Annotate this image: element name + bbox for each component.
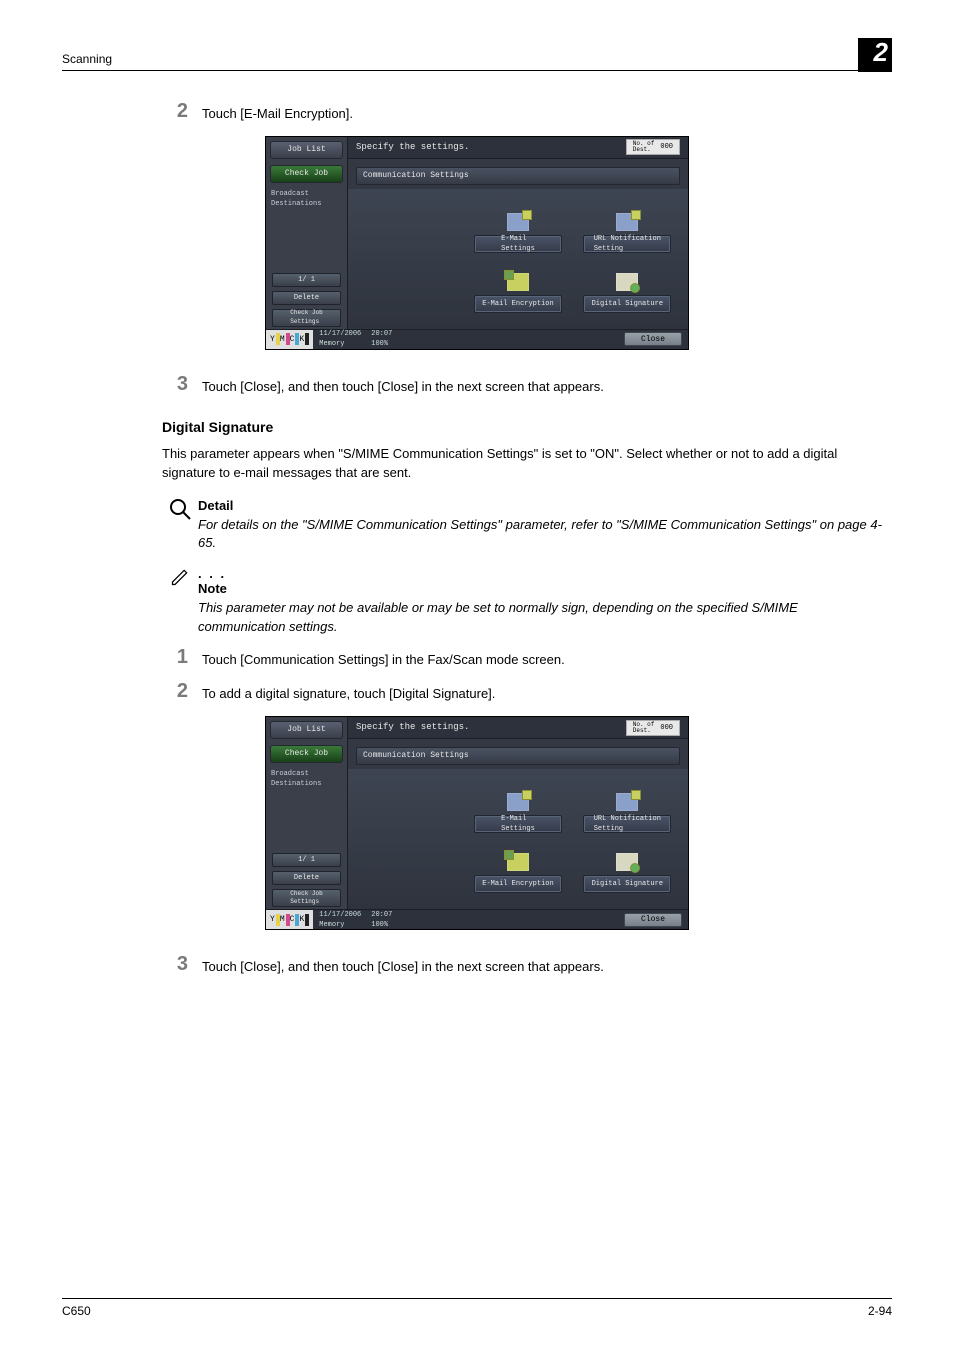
email-settings-button[interactable]: E-Mail Settings [474, 235, 562, 253]
pager: 1/ 1 [272, 273, 341, 287]
step-3a: 3 Touch [Close], and then touch [Close] … [162, 374, 882, 397]
step-text: Touch [Close], and then touch [Close] in… [202, 954, 604, 977]
detail-heading: Detail [198, 497, 882, 516]
step-text: Touch [Communication Settings] in the Fa… [202, 647, 565, 670]
step-number: 1 [162, 647, 202, 667]
step-number: 2 [162, 681, 202, 701]
step-number: 2 [162, 101, 202, 121]
email-encryption-icon [507, 273, 529, 291]
delete-button[interactable]: Delete [272, 871, 341, 885]
email-encryption-icon [507, 853, 529, 871]
url-notification-button[interactable]: URL Notification Setting [583, 815, 671, 833]
digital-signature-button[interactable]: Digital Signature [583, 875, 671, 893]
page-number-badge: 2 [858, 40, 892, 68]
panel-header: Specify the settings. No. of Dest. 000 [348, 717, 688, 739]
model-label: C650 [62, 1303, 91, 1320]
digital-signature-icon [616, 853, 638, 871]
url-notification-icon [616, 793, 638, 811]
sub-header: Communication Settings [356, 747, 680, 765]
step-text: Touch [Close], and then touch [Close] in… [202, 374, 604, 397]
check-job-settings-button[interactable]: Check Job Settings [272, 309, 341, 327]
step-1b: 1 Touch [Communication Settings] in the … [162, 647, 882, 670]
email-encryption-button[interactable]: E-Mail Encryption [474, 875, 562, 893]
digital-signature-icon [616, 273, 638, 291]
panel-header: Specify the settings. No. of Dest. 000 [348, 137, 688, 159]
close-button[interactable]: Close [624, 332, 682, 346]
detail-text: For details on the "S/MIME Communication… [198, 516, 882, 554]
tab-job-list[interactable]: Job List [270, 721, 343, 739]
url-notification-icon [616, 213, 638, 231]
dest-count-badge: No. of Dest. 000 [626, 139, 680, 155]
step-2a: 2 Touch [E-Mail Encryption]. [162, 101, 882, 124]
note-heading: Note [198, 580, 882, 599]
panel-title: Specify the settings. [356, 141, 469, 154]
email-settings-icon [507, 793, 529, 811]
side-panel: Job List Check Job Broadcast Destination… [266, 717, 348, 909]
panel-footer: Y M C K 11/17/2006Memory 20:07100% Close [266, 329, 688, 349]
button-grid: E-Mail Settings URL Notification Setting… [348, 189, 688, 329]
screenshot-comm-settings-2: Job List Check Job Broadcast Destination… [265, 716, 689, 930]
check-job-settings-button[interactable]: Check Job Settings [272, 889, 341, 907]
page: Scanning 2 2 Touch [E-Mail Encryption]. … [0, 0, 954, 1350]
pager: 1/ 1 [272, 853, 341, 867]
broadcast-label: Broadcast Destinations [266, 765, 347, 793]
tab-check-job[interactable]: Check Job [270, 165, 343, 183]
tab-check-job[interactable]: Check Job [270, 745, 343, 763]
tab-job-list[interactable]: Job List [270, 141, 343, 159]
close-button[interactable]: Close [624, 913, 682, 927]
step-number: 3 [162, 954, 202, 974]
detail-block: Detail For details on the "S/MIME Commun… [162, 497, 882, 554]
page-footer: C650 2-94 [62, 1298, 892, 1320]
heading-digital-signature: Digital Signature [162, 417, 882, 437]
email-settings-icon [507, 213, 529, 231]
page-header: Scanning 2 [62, 40, 892, 71]
email-encryption-button[interactable]: E-Mail Encryption [474, 295, 562, 313]
screenshot-comm-settings-1: Job List Check Job Broadcast Destination… [265, 136, 689, 350]
broadcast-label: Broadcast Destinations [266, 185, 347, 213]
step-number: 3 [162, 374, 202, 394]
dest-count-badge: No. of Dest. 000 [626, 720, 680, 736]
panel-footer: Y M C K 11/17/2006Memory 20:07100% Close [266, 909, 688, 929]
url-notification-button[interactable]: URL Notification Setting [583, 235, 671, 253]
toner-levels: Y M C K [266, 910, 313, 929]
sub-header: Communication Settings [356, 167, 680, 185]
side-panel: Job List Check Job Broadcast Destination… [266, 137, 348, 329]
digital-signature-button[interactable]: Digital Signature [583, 295, 671, 313]
note-text: This parameter may not be available or m… [198, 599, 882, 637]
note-block: . . . Note This parameter may not be ava… [162, 567, 882, 636]
panel-title: Specify the settings. [356, 721, 469, 734]
step-text: Touch [E-Mail Encryption]. [202, 101, 353, 124]
pencil-icon [170, 567, 190, 587]
paragraph: This parameter appears when "S/MIME Comm… [162, 445, 882, 483]
step-2b: 2 To add a digital signature, touch [Dig… [162, 681, 882, 704]
email-settings-button[interactable]: E-Mail Settings [474, 815, 562, 833]
toner-levels: Y M C K [266, 330, 313, 349]
step-text: To add a digital signature, touch [Digit… [202, 681, 495, 704]
delete-button[interactable]: Delete [272, 291, 341, 305]
button-grid: E-Mail Settings URL Notification Setting… [348, 769, 688, 909]
page-label: 2-94 [868, 1303, 892, 1320]
section-title: Scanning [62, 51, 112, 68]
step-3b: 3 Touch [Close], and then touch [Close] … [162, 954, 882, 977]
dots-icon: . . . [198, 566, 226, 581]
magnifier-icon [168, 497, 192, 521]
